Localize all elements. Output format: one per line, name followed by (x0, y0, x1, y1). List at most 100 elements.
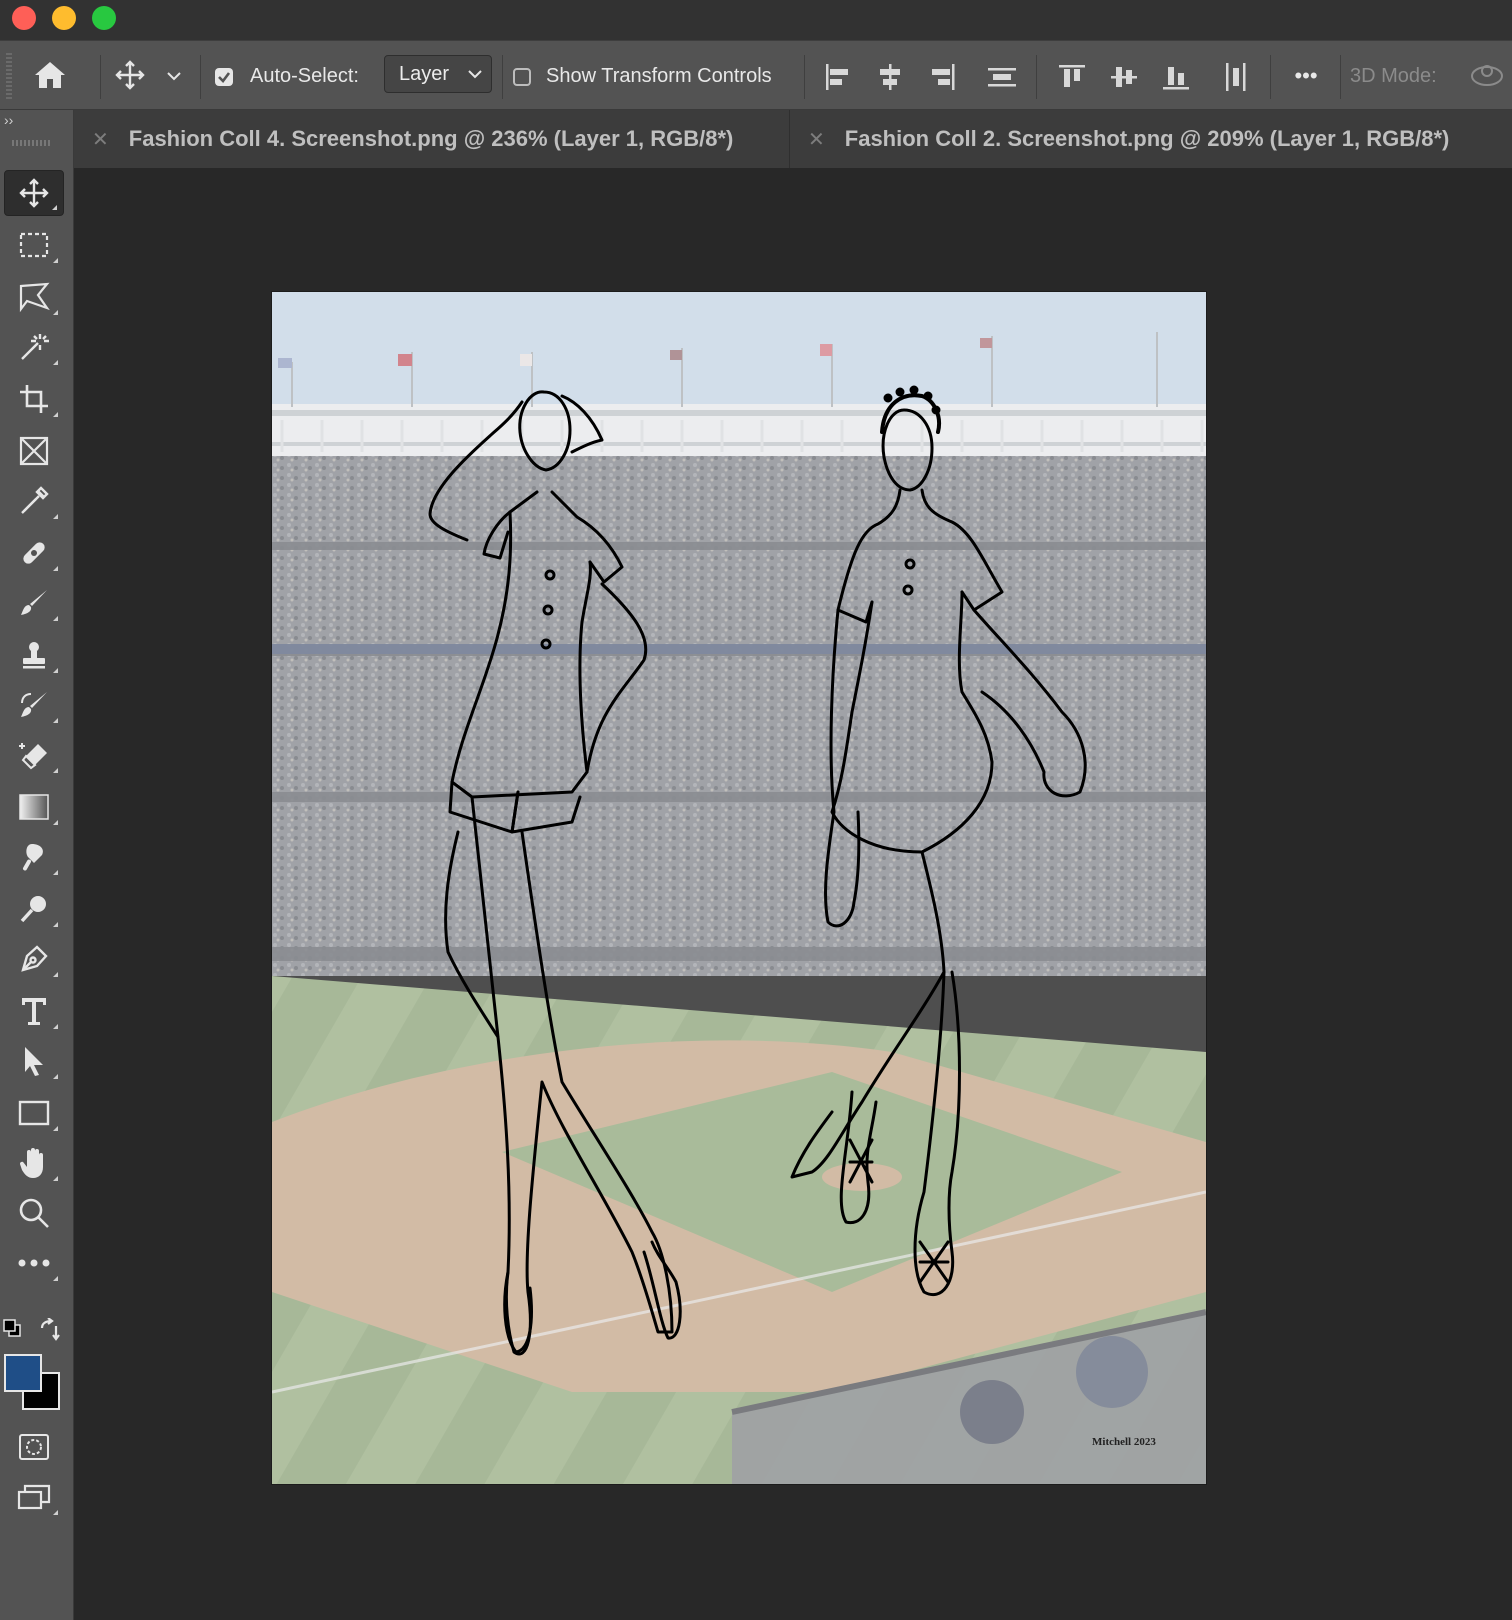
history-brush-icon (21, 692, 47, 717)
auto-select-target-value: Layer (399, 62, 450, 85)
hand-tool[interactable] (4, 1140, 64, 1186)
3d-mode-label: 3D Mode: (1350, 64, 1437, 87)
gradient-icon (19, 794, 49, 820)
clone-stamp-tool[interactable] (4, 632, 64, 678)
document-tab-1-label: Fashion Coll 4. Screenshot.png @ 236% (L… (128, 126, 734, 151)
foreground-color-swatch[interactable] (4, 1354, 42, 1392)
document-tab-2[interactable]: ✕ Fashion Coll 2. Screenshot.png @ 209% … (790, 110, 1512, 168)
move-icon (115, 60, 145, 90)
marquee-icon (19, 232, 49, 258)
show-transform-checkbox[interactable] (510, 65, 534, 89)
brush-tool[interactable] (4, 580, 64, 626)
align-bottom-icon (1163, 67, 1189, 90)
document-tab-1[interactable]: ✕ Fashion Coll 4. Screenshot.png @ 236% … (74, 110, 790, 168)
stadium-fashion-sketch-image (272, 292, 1206, 1484)
3d-orbit-button[interactable] (1468, 57, 1506, 95)
minimize-window-button[interactable] (52, 6, 76, 30)
align-horizontal-center-icon (880, 64, 900, 90)
type-tool[interactable] (4, 988, 64, 1034)
crop-icon (20, 385, 48, 413)
checked-box-icon (215, 68, 233, 86)
lasso-tool[interactable] (4, 274, 64, 320)
document-canvas[interactable] (272, 292, 1206, 1484)
show-transform-label: Show Transform Controls (546, 64, 772, 87)
close-tab-icon[interactable]: ✕ (92, 127, 109, 152)
chevron-down-icon (167, 72, 181, 81)
pen-icon (21, 945, 48, 972)
options-bar: Auto-Select: Layer Show Transform Contro… (0, 40, 1512, 110)
stamp-icon (23, 642, 45, 669)
rectangle-icon (18, 1100, 50, 1126)
document-tab-bar: ✕ Fashion Coll 4. Screenshot.png @ 236% … (74, 110, 1512, 168)
distribute-horizontal-button[interactable] (1218, 59, 1254, 95)
eyedropper-icon (21, 486, 49, 514)
chevron-down-icon (468, 70, 482, 79)
quick-mask-icon (19, 1434, 49, 1460)
frame-icon (19, 436, 49, 466)
close-window-button[interactable] (12, 6, 36, 30)
move-icon (19, 178, 49, 208)
magic-wand-icon (21, 334, 49, 360)
title-bar (0, 0, 1512, 40)
dodge-tool[interactable] (4, 886, 64, 932)
zoom-tool[interactable] (4, 1190, 64, 1236)
swap-colors-button[interactable] (38, 1317, 62, 1342)
default-colors-button[interactable] (2, 1318, 22, 1338)
tools-panel-grip[interactable] (12, 140, 52, 146)
align-left-icon (826, 64, 848, 90)
lasso-icon (19, 282, 50, 313)
rectangular-marquee-tool[interactable] (4, 222, 64, 268)
align-top-icon (1059, 65, 1085, 87)
unchecked-box-icon (513, 68, 531, 86)
arrow-icon (25, 1047, 43, 1076)
auto-select-checkbox[interactable] (212, 65, 236, 89)
eraser-tool[interactable] (4, 732, 64, 778)
healing-brush-tool[interactable] (4, 530, 64, 576)
pen-tool[interactable] (4, 936, 64, 982)
align-right-icon (932, 64, 955, 90)
options-bar-grip[interactable] (6, 53, 12, 99)
rectangle-tool[interactable] (4, 1090, 64, 1136)
align-left-button[interactable] (820, 59, 856, 95)
collapse-toolbar-button[interactable]: ›› (4, 112, 13, 128)
bandage-icon (23, 542, 45, 564)
distribute-vertical-button[interactable] (984, 59, 1020, 95)
eyedropper-tool[interactable] (4, 478, 64, 524)
more-icon (18, 1259, 50, 1267)
edit-toolbar-button[interactable] (4, 1240, 64, 1286)
move-tool[interactable] (4, 170, 64, 216)
screen-mode-button[interactable] (4, 1474, 64, 1520)
quick-mask-button[interactable] (4, 1424, 64, 1470)
eraser-icon (19, 743, 47, 770)
hand-icon (19, 1148, 43, 1178)
auto-select-target-select[interactable]: Layer (384, 55, 492, 93)
distribute-vertical-icon (988, 68, 1016, 87)
align-right-button[interactable] (924, 59, 960, 95)
frame-tool[interactable] (4, 428, 64, 474)
path-selection-tool[interactable] (4, 1038, 64, 1084)
magic-wand-tool[interactable] (4, 324, 64, 370)
align-top-button[interactable] (1054, 59, 1090, 95)
close-tab-icon[interactable]: ✕ (808, 127, 825, 152)
3d-orbit-icon (1471, 65, 1503, 86)
history-brush-tool[interactable] (4, 682, 64, 728)
align-horizontal-center-button[interactable] (872, 59, 908, 95)
move-tool-preset[interactable] (112, 55, 148, 95)
zoom-icon (19, 1198, 49, 1228)
align-vertical-center-button[interactable] (1106, 59, 1142, 95)
type-icon (22, 998, 46, 1025)
gradient-tool[interactable] (4, 784, 64, 830)
maximize-window-button[interactable] (92, 6, 116, 30)
smudge-tool[interactable] (4, 834, 64, 880)
swap-arrow-icon (40, 1317, 60, 1341)
screen-mode-icon (17, 1484, 51, 1510)
align-bottom-button[interactable] (1158, 59, 1194, 95)
home-icon (35, 62, 65, 88)
more-options-button[interactable]: ••• (1286, 59, 1326, 93)
distribute-horizontal-icon (1226, 63, 1246, 91)
crop-tool[interactable] (4, 376, 64, 422)
home-button[interactable] (30, 55, 70, 95)
brush-icon (21, 590, 47, 615)
dodge-icon (20, 896, 46, 923)
tool-preset-dropdown[interactable] (162, 61, 186, 91)
